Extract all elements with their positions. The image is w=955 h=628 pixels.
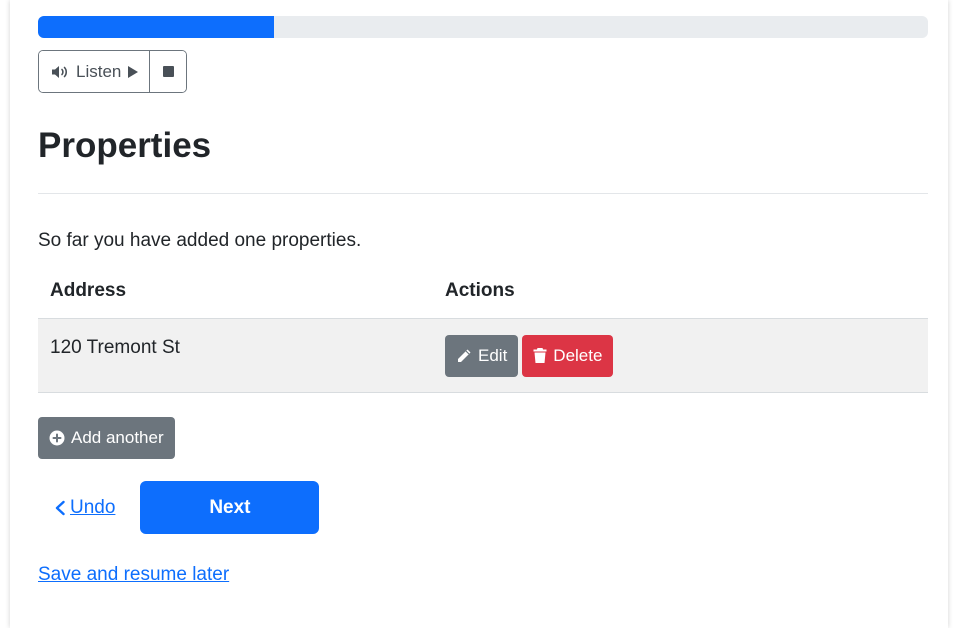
next-button[interactable]: Next xyxy=(140,481,320,534)
listen-control-group: Listen xyxy=(38,50,188,93)
listen-button[interactable]: Listen xyxy=(39,51,151,92)
header-address: Address xyxy=(38,280,433,319)
add-another-label: Add another xyxy=(71,428,164,447)
summary-text: So far you have added one properties. xyxy=(38,230,362,251)
edit-button[interactable]: Edit xyxy=(445,334,519,377)
table-header-row: Address Actions xyxy=(38,280,928,319)
title-divider xyxy=(38,193,928,194)
address-cell: 120 Tremont St xyxy=(38,318,433,393)
stop-icon xyxy=(162,66,174,77)
listen-label: Listen xyxy=(76,61,122,81)
save-resume-link[interactable]: Save and resume later xyxy=(38,564,229,586)
header-actions: Actions xyxy=(433,280,928,319)
delete-button[interactable]: Delete xyxy=(522,334,614,377)
delete-label: Delete xyxy=(553,345,603,365)
edit-label: Edit xyxy=(478,345,508,365)
pencil-icon xyxy=(456,348,472,364)
plus-circle-icon xyxy=(49,430,65,446)
page-title: Properties xyxy=(38,126,212,165)
undo-link[interactable]: Undo xyxy=(38,497,115,519)
properties-table: Address Actions 120 Tremont St Edit Dele… xyxy=(38,280,928,393)
add-another-button[interactable]: Add another xyxy=(38,417,175,459)
actions-cell: Edit Delete xyxy=(433,318,928,393)
navigation-row: Undo Next xyxy=(38,481,928,534)
interview-panel: Listen Properties So far you have added … xyxy=(10,0,948,628)
table-row: 120 Tremont St Edit Delete xyxy=(38,318,928,393)
trash-icon xyxy=(533,347,547,364)
interview-content: Listen Properties So far you have added … xyxy=(38,16,928,586)
speaker-icon xyxy=(51,65,70,79)
undo-label: Undo xyxy=(70,496,116,518)
progress-fill xyxy=(38,16,274,38)
stop-button[interactable] xyxy=(150,51,187,92)
play-icon xyxy=(127,65,139,79)
progress-bar xyxy=(38,16,928,38)
chevron-left-icon xyxy=(54,500,66,516)
